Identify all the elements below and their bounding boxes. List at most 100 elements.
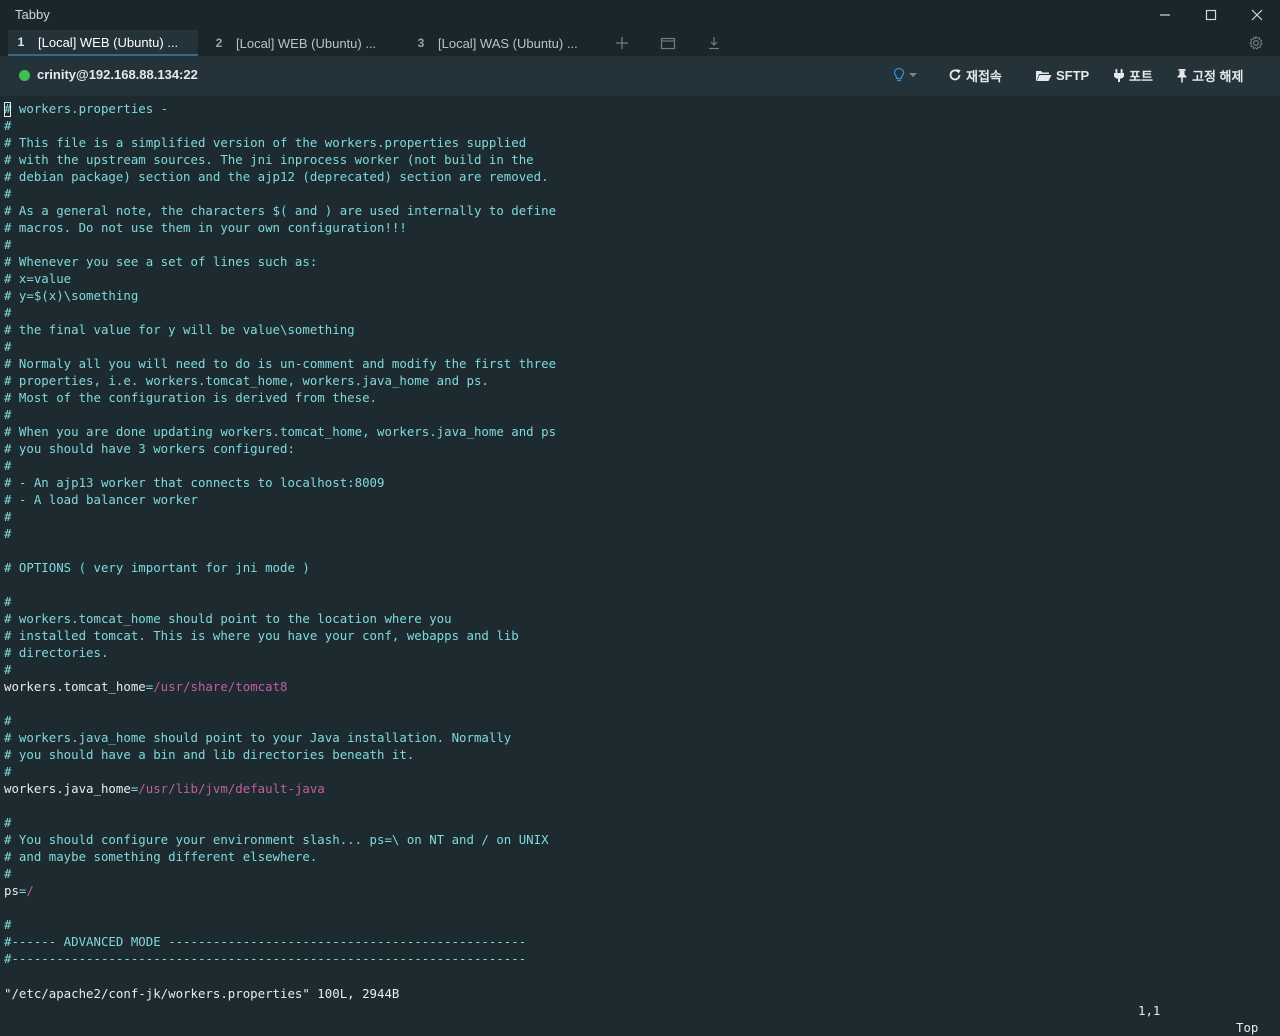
terminal-line: # You should configure your environment … bbox=[4, 832, 549, 847]
minimize-button[interactable] bbox=[1142, 0, 1188, 30]
folder-open-icon bbox=[1036, 70, 1052, 81]
terminal-line: # workers.java_home should point to your… bbox=[4, 730, 512, 745]
terminal-line: # bbox=[4, 594, 12, 609]
terminal-line: # bbox=[4, 237, 12, 252]
terminal-line: # bbox=[4, 764, 12, 779]
session-host-label: crinity@192.168.88.134:22 bbox=[37, 67, 198, 82]
terminal-line: # Most of the configuration is derived f… bbox=[4, 390, 377, 405]
terminal-line: # bbox=[4, 305, 12, 320]
terminal-line: # and maybe something different elsewher… bbox=[4, 849, 318, 864]
unpin-label: 고정 해제 bbox=[1192, 68, 1244, 84]
config-key: workers.java_home bbox=[4, 781, 131, 796]
terminal-line: # bbox=[4, 407, 12, 422]
terminal-line: # bbox=[4, 118, 12, 133]
terminal-line: # When you are done updating workers.tom… bbox=[4, 424, 557, 439]
terminal-line: # bbox=[4, 509, 12, 524]
ports-label: 포트 bbox=[1129, 68, 1153, 84]
tab-2[interactable]: 2 [Local] WEB (Ubuntu) ... bbox=[206, 30, 396, 56]
tab-number: 2 bbox=[215, 36, 223, 50]
tab-label: [Local] WAS (Ubuntu) ... bbox=[438, 35, 578, 51]
tab-1[interactable]: 1 [Local] WEB (Ubuntu) ... bbox=[8, 30, 198, 56]
tab-label: [Local] WEB (Ubuntu) ... bbox=[38, 34, 179, 50]
terminal-line: # bbox=[4, 526, 12, 541]
terminal-line: # the final value for y will be value\so… bbox=[4, 322, 355, 337]
terminal-line: # y=$(x)\something bbox=[4, 288, 139, 303]
terminal-cursor bbox=[4, 102, 11, 117]
terminal-line: # directories. bbox=[4, 645, 109, 660]
tab-bar: 1 [Local] WEB (Ubuntu) ... 2 [Local] WEB… bbox=[0, 30, 1280, 56]
reconnect-label: 재접속 bbox=[966, 68, 1002, 84]
sftp-button[interactable]: SFTP bbox=[1035, 66, 1089, 84]
terminal-line: # bbox=[4, 917, 12, 932]
lightbulb-icon bbox=[893, 67, 905, 82]
terminal-line: # This file is a simplified version of t… bbox=[4, 135, 527, 150]
vim-status-line: "/etc/apache2/conf-jk/workers.properties… bbox=[0, 968, 1268, 1035]
status-cursor-position: 1,1 bbox=[1138, 1003, 1161, 1018]
terminal-line: # installed tomcat. This is where you ha… bbox=[4, 628, 519, 643]
terminal-line: workers.java_home=/usr/lib/jvm/default-j… bbox=[0, 780, 1268, 797]
terminal-line: # debian package) section and the ajp12 … bbox=[4, 169, 549, 184]
pin-icon bbox=[1177, 68, 1187, 82]
status-scroll-position: Top bbox=[1236, 1020, 1259, 1035]
terminal-line: # workers.properties - bbox=[4, 101, 169, 116]
chevron-down-icon bbox=[909, 73, 917, 77]
minimize-icon bbox=[1160, 14, 1170, 16]
plug-icon bbox=[1114, 68, 1124, 82]
sftp-label: SFTP bbox=[1056, 67, 1090, 83]
terminal-line: # x=value bbox=[4, 271, 72, 286]
terminal-line: #---------------------------------------… bbox=[4, 951, 527, 966]
close-icon bbox=[1251, 9, 1263, 21]
terminal-line: # you should have a bin and lib director… bbox=[4, 747, 415, 762]
download-button[interactable] bbox=[704, 34, 724, 52]
download-icon bbox=[709, 37, 719, 50]
terminal-line: # bbox=[4, 713, 12, 728]
tab-number: 3 bbox=[417, 36, 425, 50]
config-value: /usr/lib/jvm/default-java bbox=[138, 781, 325, 796]
settings-button[interactable] bbox=[1246, 34, 1266, 52]
hint-dropdown-button[interactable] bbox=[893, 66, 921, 84]
new-tab-button[interactable] bbox=[612, 34, 632, 52]
window-button[interactable] bbox=[658, 34, 678, 52]
terminal-output[interactable]: # workers.properties - # # This file is a … bbox=[0, 100, 1268, 968]
status-file-info: "/etc/apache2/conf-jk/workers.properties… bbox=[4, 986, 400, 1001]
terminal-line: # with the upstream sources. The jni inp… bbox=[4, 152, 534, 167]
terminal-line: # bbox=[4, 662, 12, 677]
title-bar: Tabby bbox=[0, 0, 1280, 30]
reconnect-button[interactable]: 재접속 bbox=[948, 66, 1002, 84]
terminal-scrollbar[interactable] bbox=[1268, 100, 1280, 985]
reload-icon bbox=[949, 69, 961, 81]
ports-button[interactable]: 포트 bbox=[1113, 66, 1153, 84]
terminal-line: # bbox=[4, 186, 12, 201]
terminal-line: # - A load balancer worker bbox=[4, 492, 198, 507]
terminal-line: # workers.tomcat_home should point to th… bbox=[4, 611, 452, 626]
maximize-icon bbox=[1205, 9, 1217, 21]
terminal-line: # macros. Do not use them in your own co… bbox=[4, 220, 407, 235]
close-button[interactable] bbox=[1234, 0, 1280, 30]
terminal-line: #------ ADVANCED MODE ------------------… bbox=[4, 934, 527, 949]
plus-icon bbox=[616, 37, 628, 49]
maximize-button[interactable] bbox=[1188, 0, 1234, 30]
terminal-line: ps=/ bbox=[0, 882, 1268, 899]
terminal-line: # - An ajp13 worker that connects to loc… bbox=[4, 475, 385, 490]
terminal-line: # As a general note, the characters $( a… bbox=[4, 203, 557, 218]
terminal-line: # Whenever you see a set of lines such a… bbox=[4, 254, 318, 269]
terminal-line: workers.tomcat_home=/usr/share/tomcat8 bbox=[0, 678, 1268, 695]
config-value: / bbox=[26, 883, 34, 898]
terminal-line: # bbox=[4, 339, 12, 354]
tab-number: 1 bbox=[17, 35, 25, 49]
tab-label: [Local] WEB (Ubuntu) ... bbox=[236, 35, 377, 51]
terminal-line: # bbox=[4, 458, 12, 473]
terminal-line: # bbox=[4, 866, 12, 881]
config-key: workers.tomcat_home bbox=[4, 679, 146, 694]
terminal-line: # bbox=[4, 815, 12, 830]
config-key: ps bbox=[4, 883, 19, 898]
unpin-button[interactable]: 고정 해제 bbox=[1176, 66, 1243, 84]
terminal-line: # properties, i.e. workers.tomcat_home, … bbox=[4, 373, 489, 388]
tab-3[interactable]: 3 [Local] WAS (Ubuntu) ... bbox=[408, 30, 598, 56]
config-value: /usr/share/tomcat8 bbox=[153, 679, 288, 694]
